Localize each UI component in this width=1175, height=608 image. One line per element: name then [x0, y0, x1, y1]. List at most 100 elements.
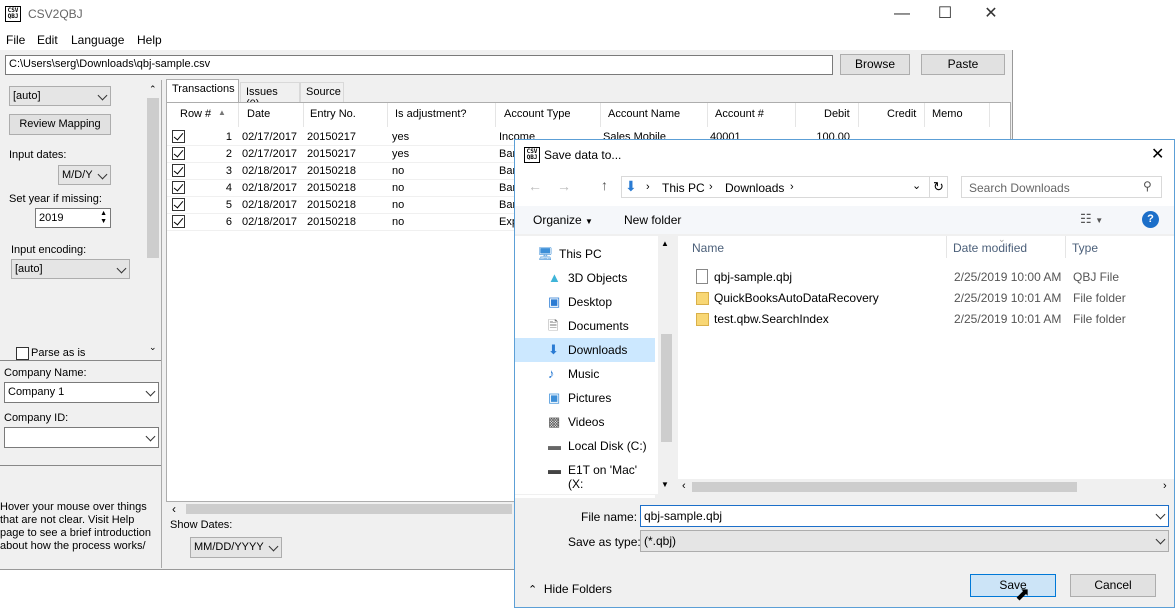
- tab-transactions[interactable]: Transactions: [166, 79, 239, 102]
- menu-language[interactable]: Language: [71, 33, 124, 47]
- col-account-name[interactable]: Account Name: [608, 108, 680, 124]
- nav-scroll-thumb[interactable]: [661, 334, 672, 442]
- input-dates-select[interactable]: M/D/Y: [58, 165, 111, 185]
- nav-scrollbar[interactable]: ▲ ▼: [658, 236, 675, 494]
- company-name-select[interactable]: Company 1: [4, 382, 159, 403]
- input-encoding-select[interactable]: [auto]: [11, 259, 130, 279]
- breadcrumb-this-pc[interactable]: This PC: [662, 181, 705, 195]
- hscroll-thumb[interactable]: [186, 504, 512, 514]
- scroll-right-icon[interactable]: ›: [1163, 480, 1167, 492]
- col-row[interactable]: Row #: [180, 108, 211, 124]
- row-checkbox[interactable]: [172, 130, 185, 143]
- cell-date: 02/18/2017: [242, 216, 298, 228]
- col-entry[interactable]: Entry No.: [310, 108, 356, 124]
- row-checkbox[interactable]: [172, 181, 185, 194]
- back-arrow-icon[interactable]: ←: [528, 178, 542, 194]
- sidebar-item-e1t-on-mac-x[interactable]: ▬ E1T on 'Mac' (X:: [515, 458, 655, 492]
- company-id-select[interactable]: [4, 427, 159, 448]
- tab-issues[interactable]: Issues (0): [240, 82, 300, 110]
- file-row[interactable]: qbj-sample.qbj 2/25/2019 10:00 AM QBJ File: [678, 269, 1174, 289]
- col-date-modified[interactable]: Date modified: [953, 241, 1027, 255]
- breadcrumb-downloads[interactable]: Downloads: [725, 181, 784, 195]
- cell-entry: 20150218: [307, 165, 356, 177]
- scroll-left-icon[interactable]: ‹: [682, 480, 686, 492]
- search-icon[interactable]: ⚲: [1143, 179, 1152, 193]
- organize-button[interactable]: Organize ▼: [533, 213, 593, 227]
- scroll-down-icon[interactable]: ⌄: [149, 342, 157, 353]
- csv-path-input[interactable]: C:\Users\serg\Downloads\qbj-sample.csv: [5, 55, 833, 75]
- hide-folders-button[interactable]: ⌃ Hide Folders: [528, 582, 612, 596]
- row-checkbox[interactable]: [172, 147, 185, 160]
- chevron-down-icon[interactable]: ⌄: [912, 179, 921, 192]
- col-memo[interactable]: Memo: [932, 108, 963, 124]
- scroll-up-icon[interactable]: ▲: [661, 239, 669, 248]
- grid-hscrollbar[interactable]: ‹: [166, 502, 514, 516]
- cell-adj: no: [392, 165, 405, 177]
- maximize-button[interactable]: ☐: [922, 0, 968, 30]
- show-dates-select[interactable]: MM/DD/YYYY: [190, 537, 282, 558]
- settings-scrollbar[interactable]: ⌃ ⌄: [145, 80, 161, 358]
- review-mapping-button[interactable]: Review Mapping: [9, 114, 111, 135]
- row-checkbox[interactable]: [172, 164, 185, 177]
- chevron-down-icon[interactable]: [1155, 509, 1166, 520]
- address-bar[interactable]: ⬇ › This PC › Downloads › ⌄: [621, 176, 948, 198]
- sidebar-item-documents[interactable]: 🗎 Documents: [515, 314, 655, 338]
- forward-arrow-icon[interactable]: →: [557, 178, 571, 194]
- col-date[interactable]: Date: [247, 108, 270, 124]
- file-name-input[interactable]: qbj-sample.qbj: [640, 505, 1169, 527]
- save-type-select[interactable]: (*.qbj): [640, 530, 1169, 552]
- minimize-button[interactable]: —: [879, 0, 925, 30]
- close-button[interactable]: ✕: [968, 0, 1014, 30]
- col-account-type[interactable]: Account Type: [504, 108, 570, 124]
- new-folder-button[interactable]: New folder: [624, 213, 681, 227]
- file-hscrollbar[interactable]: ‹ ›: [678, 479, 1174, 495]
- view-options-icon[interactable]: ☷ ▼: [1080, 211, 1103, 227]
- menu-help[interactable]: Help: [137, 33, 162, 47]
- sidebar-item-downloads[interactable]: ⬇ Downloads: [515, 338, 655, 362]
- browse-button[interactable]: Browse: [840, 54, 910, 75]
- menu-edit[interactable]: Edit: [37, 33, 58, 47]
- scroll-up-icon[interactable]: ⌃: [149, 84, 157, 95]
- row-checkbox[interactable]: [172, 198, 185, 211]
- col-credit[interactable]: Credit: [887, 108, 916, 124]
- spinner-arrows-icon[interactable]: ▲ ▼: [100, 210, 107, 226]
- up-arrow-icon[interactable]: ↑: [601, 177, 608, 193]
- music-icon: ♪: [548, 366, 555, 381]
- col-adjustment[interactable]: Is adjustment?: [395, 108, 467, 124]
- mapping-select[interactable]: [auto]: [9, 86, 111, 106]
- sidebar-item-3d-objects[interactable]: ▲ 3D Objects: [515, 266, 655, 290]
- refresh-icon[interactable]: ↻: [929, 176, 948, 198]
- col-name[interactable]: Name: [692, 241, 724, 255]
- scroll-down-icon[interactable]: ▼: [661, 480, 669, 489]
- cell-entry: 20150218: [307, 182, 356, 194]
- dialog-close-icon[interactable]: ✕: [1151, 144, 1164, 164]
- search-input[interactable]: Search Downloads ⚲: [961, 176, 1162, 198]
- file-hscroll-thumb[interactable]: [692, 482, 1077, 492]
- file-row[interactable]: QuickBooksAutoDataRecovery 2/25/2019 10:0…: [678, 290, 1174, 310]
- sidebar-item-desktop[interactable]: ▣ Desktop: [515, 290, 655, 314]
- scroll-left-icon[interactable]: ‹: [172, 502, 176, 516]
- mouse-cursor-icon: ⬈: [1015, 584, 1031, 604]
- sidebar-item-music[interactable]: ♪ Music: [515, 362, 655, 386]
- col-debit[interactable]: Debit: [824, 108, 850, 124]
- sidebar-item-local-disk-c[interactable]: ▬ Local Disk (C:): [515, 434, 655, 458]
- scroll-thumb[interactable]: [147, 98, 159, 258]
- help-icon[interactable]: ?: [1142, 211, 1159, 228]
- col-account-number[interactable]: Account #: [715, 108, 764, 124]
- year-spinner[interactable]: 2019 ▲ ▼: [35, 208, 111, 228]
- cancel-button[interactable]: Cancel: [1070, 574, 1156, 597]
- file-date: 2/25/2019 10:00 AM: [954, 270, 1062, 284]
- sidebar-item-videos[interactable]: ▩ Videos: [515, 410, 655, 434]
- save-button[interactable]: Save: [970, 574, 1056, 597]
- file-row[interactable]: test.qbw.SearchIndex 2/25/2019 10:01 AM Fi…: [678, 311, 1174, 331]
- menu-file[interactable]: File: [6, 33, 25, 47]
- row-checkbox[interactable]: [172, 215, 185, 228]
- tab-source[interactable]: Source: [300, 82, 344, 102]
- sidebar-item-this-pc[interactable]: 🖥 This PC: [515, 242, 655, 266]
- file-type: File folder: [1073, 291, 1126, 305]
- col-type[interactable]: Type: [1072, 241, 1098, 255]
- sidebar-item-pictures[interactable]: ▣ Pictures: [515, 386, 655, 410]
- parse-as-is-checkbox[interactable]: [16, 347, 29, 360]
- paste-button[interactable]: Paste: [921, 54, 1005, 75]
- cell-row: 2: [225, 148, 232, 160]
